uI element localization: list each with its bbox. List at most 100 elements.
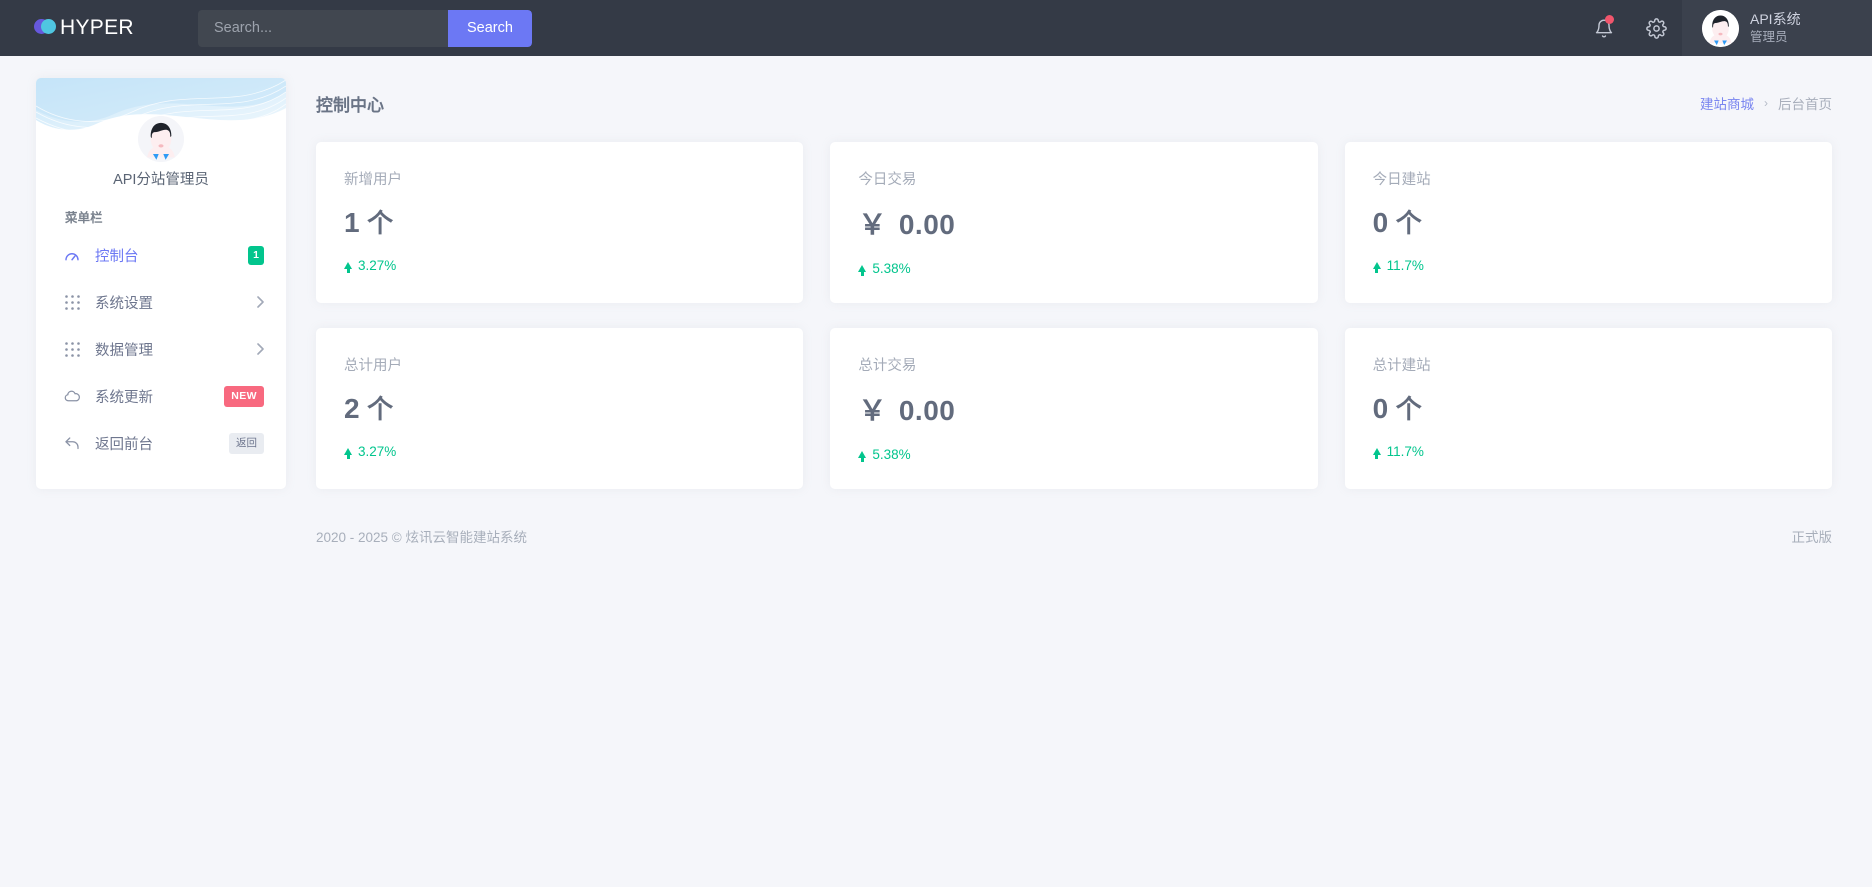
stat-card-total-sites: 总计建站 0 个 11.7% xyxy=(1344,328,1832,489)
sidebar-item-system-settings[interactable]: 系统设置 xyxy=(36,279,286,326)
user-role: 管理员 xyxy=(1750,30,1788,44)
notification-dot xyxy=(1605,15,1614,24)
brand-logo[interactable]: HYPER xyxy=(0,0,196,56)
search-button[interactable]: Search xyxy=(448,9,532,47)
stat-card-value: 0.00 xyxy=(898,209,956,240)
user-avatar-icon xyxy=(138,116,184,162)
stat-card-title: 总计用户 xyxy=(344,358,402,374)
stat-card-delta: 3.27% xyxy=(344,258,775,273)
stat-card-value: 0 xyxy=(1372,393,1389,424)
sidebar-profile-header: API分站管理员 xyxy=(36,78,286,190)
sidebar-item-label: 控制台 xyxy=(95,249,139,265)
trend-up-icon xyxy=(344,448,352,459)
footer-copyright: 2020 - 2025 © 炫讯云智能建站系统 xyxy=(316,530,528,545)
stat-card-value: 0 xyxy=(1372,207,1389,238)
gear-icon xyxy=(1645,17,1667,39)
search-input[interactable] xyxy=(198,9,448,47)
trend-up-icon xyxy=(1372,448,1381,459)
user-menu[interactable]: API系统 管理员 xyxy=(1682,0,1872,56)
sidebar-item-dashboard[interactable]: 控制台 1 xyxy=(36,232,286,279)
sidebar-item-label: 系统更新 xyxy=(95,390,153,406)
grid-dots-icon xyxy=(63,341,81,359)
stat-card-delta: 3.27% xyxy=(344,444,775,459)
stat-card-delta-value: 3.27% xyxy=(358,258,397,273)
stat-card-title: 今日建站 xyxy=(1372,172,1431,188)
hyper-logo-icon xyxy=(34,17,56,39)
stat-card-unit: 个 xyxy=(367,394,394,424)
stat-card-value-row: 0 个 xyxy=(1373,203,1804,240)
stat-card-delta: 5.38% xyxy=(858,261,1289,276)
trend-up-icon xyxy=(858,451,867,462)
stat-card-title: 新增用户 xyxy=(344,172,402,188)
sidebar-item-data-management[interactable]: 数据管理 xyxy=(36,326,286,373)
grid-dots-icon xyxy=(63,294,81,312)
stat-card-today-sites: 今日建站 0 个 11.7% xyxy=(1344,142,1832,303)
stat-card-value: 1 xyxy=(344,207,361,238)
page-footer: 2020 - 2025 © 炫讯云智能建站系统 正式版 xyxy=(316,526,1832,546)
stat-card-title: 总计交易 xyxy=(858,358,917,374)
user-info: API系统 管理员 xyxy=(1750,10,1801,46)
stat-card-unit: 个 xyxy=(367,208,394,238)
sidebar-badge-new: NEW xyxy=(224,386,264,407)
dashboard-speedometer-icon xyxy=(63,247,81,265)
breadcrumb-link-store[interactable]: 建站商城 xyxy=(1700,93,1754,113)
trend-up-icon xyxy=(344,262,352,273)
chevron-right-icon: › xyxy=(1764,96,1768,110)
stat-card-new-users: 新增用户 1 个 3.27% xyxy=(316,142,804,303)
stat-card-value-row: ￥ 0.00 xyxy=(858,203,1289,243)
stat-card-delta: 11.7% xyxy=(1372,258,1804,273)
breadcrumb: 建站商城 › 后台首页 xyxy=(1700,93,1832,113)
sidebar-item-system-update[interactable]: 系统更新 NEW xyxy=(36,373,286,420)
stat-card-value-row: 2 个 xyxy=(344,389,775,426)
reply-arrow-icon xyxy=(63,435,81,453)
stat-card-value-row: 1 个 xyxy=(344,203,775,240)
stat-card-currency-symbol: ￥ xyxy=(858,395,887,426)
sidebar-badge-count: 1 xyxy=(248,246,264,265)
brand-name: HYPER xyxy=(60,16,134,39)
sidebar-item-label: 数据管理 xyxy=(95,343,153,359)
trend-up-icon xyxy=(858,265,867,276)
stat-card-value: 0.00 xyxy=(898,395,956,426)
stat-card-delta-value: 11.7% xyxy=(1386,258,1424,273)
sidebar-avatar xyxy=(138,116,184,162)
avatar xyxy=(1702,9,1739,47)
stat-card-currency-symbol: ￥ xyxy=(858,209,887,240)
global-search: Search xyxy=(198,0,532,56)
chevron-right-icon xyxy=(257,342,264,357)
trend-up-icon xyxy=(1372,262,1381,273)
page-header: 控制中心 建站商城 › 后台首页 xyxy=(316,78,1832,124)
stat-card-delta-value: 3.27% xyxy=(358,444,397,459)
sidebar: API分站管理员 菜单栏 控制台 1 系统设置 数据管理 系统更新 NEW 返回… xyxy=(36,78,286,489)
sidebar-profile-name: API分站管理员 xyxy=(113,172,209,188)
breadcrumb-current: 后台首页 xyxy=(1778,97,1832,112)
stat-card-title: 总计建站 xyxy=(1372,358,1431,374)
stat-card-delta: 5.38% xyxy=(858,447,1289,462)
sidebar-badge-back: 返回 xyxy=(229,433,264,454)
stat-card-value-row: ￥ 0.00 xyxy=(858,389,1289,429)
stat-card-value-row: 0 个 xyxy=(1373,389,1804,426)
page-title: 控制中心 xyxy=(316,95,384,115)
stat-card-value: 2 xyxy=(344,393,361,424)
stat-card-today-transactions: 今日交易 ￥ 0.00 5.38% xyxy=(830,142,1318,303)
page-shell: API分站管理员 菜单栏 控制台 1 系统设置 数据管理 系统更新 NEW 返回… xyxy=(0,56,1872,546)
stat-card-delta-value: 5.38% xyxy=(872,261,911,276)
user-name: API系统 xyxy=(1750,11,1801,28)
stat-card-total-users: 总计用户 2 个 3.27% xyxy=(316,328,804,489)
notifications-button[interactable] xyxy=(1578,0,1630,56)
chevron-right-icon xyxy=(257,295,264,310)
sidebar-item-label: 返回前台 xyxy=(95,437,153,453)
cloud-icon xyxy=(63,388,81,406)
footer-edition: 正式版 xyxy=(1791,530,1833,545)
stat-card-unit: 个 xyxy=(1395,208,1423,238)
stat-card-delta-value: 5.38% xyxy=(872,447,911,462)
stat-card-unit: 个 xyxy=(1395,394,1423,424)
settings-button[interactable] xyxy=(1630,0,1682,56)
stat-card-delta-value: 11.7% xyxy=(1386,444,1424,459)
top-navigation-bar: HYPER Search... Search API系统 管理员 xyxy=(0,0,1872,56)
topbar-actions: API系统 管理员 xyxy=(1578,0,1872,56)
sidebar-item-back-to-frontend[interactable]: 返回前台 返回 xyxy=(36,420,286,467)
menu-caption: 菜单栏 xyxy=(65,211,103,225)
stat-card-title: 今日交易 xyxy=(858,172,917,188)
statistics-card-grid: 新增用户 1 个 3.27% 今日交易 ￥ 0.00 5.38% 今日建站 0 … xyxy=(316,142,1832,489)
